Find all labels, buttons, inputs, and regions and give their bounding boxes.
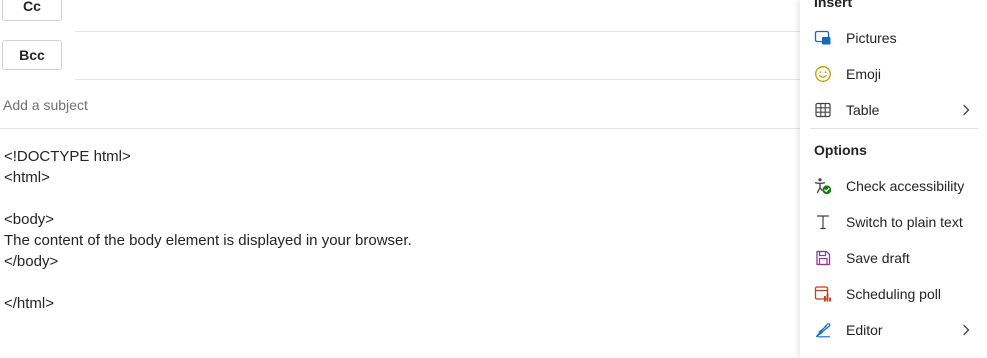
body-line: The content of the body element is displ… bbox=[4, 232, 412, 249]
options-section-title: Options bbox=[814, 142, 867, 158]
menu-item-label: Check accessibility bbox=[846, 178, 965, 194]
subject-input[interactable] bbox=[0, 93, 783, 117]
menu-item-label: Editor bbox=[846, 322, 883, 338]
menu-item-emoji[interactable]: Emoji bbox=[808, 57, 980, 91]
menu-item-label: Scheduling poll bbox=[846, 286, 941, 302]
menu-item-table[interactable]: Table bbox=[808, 93, 980, 127]
body-line bbox=[4, 188, 784, 209]
body-line: </body> bbox=[4, 253, 59, 270]
menu-item-switch-to-plain-text[interactable]: Switch to plain text bbox=[808, 205, 980, 239]
body-line: </html> bbox=[4, 295, 55, 312]
bcc-button[interactable]: Bcc bbox=[2, 40, 62, 70]
cc-button[interactable]: Cc bbox=[2, 0, 62, 21]
scheduling-poll-icon bbox=[814, 285, 832, 303]
subject-divider bbox=[0, 128, 800, 129]
table-icon bbox=[814, 101, 832, 119]
menu-item-label: Emoji bbox=[846, 66, 882, 82]
menu-item-pictures[interactable]: Pictures bbox=[808, 21, 980, 55]
menu-item-check-accessibility[interactable]: Check accessibility bbox=[808, 169, 980, 203]
message-body-editor[interactable]: <!DOCTYPE html> <html> <body> The conten… bbox=[4, 146, 784, 314]
save-icon bbox=[814, 249, 832, 267]
menu-item-editor[interactable]: Editor bbox=[808, 313, 980, 347]
chevron-right-icon bbox=[960, 323, 972, 337]
menu-item-label: Save draft bbox=[846, 250, 910, 266]
chevron-right-icon bbox=[960, 103, 972, 117]
menu-item-label: Table bbox=[846, 102, 880, 118]
pictures-icon bbox=[814, 29, 832, 47]
cc-field-divider bbox=[75, 31, 800, 32]
menu-item-scheduling-poll[interactable]: Scheduling poll bbox=[808, 277, 980, 311]
plain-text-icon bbox=[814, 213, 832, 231]
insert-section-title: Insert bbox=[814, 0, 853, 10]
editor-icon bbox=[814, 321, 832, 339]
menu-item-label: Switch to plain text bbox=[846, 214, 963, 230]
emoji-icon bbox=[814, 65, 832, 83]
body-line bbox=[4, 272, 784, 293]
insert-options-menu: Insert Pictures Emoji Table Options Chec… bbox=[800, 0, 987, 358]
body-line: <!DOCTYPE html> bbox=[4, 148, 131, 165]
compose-area: Cc Bcc <!DOCTYPE html> <html> <body> The… bbox=[0, 0, 800, 358]
body-line: <html> bbox=[4, 169, 50, 186]
compose-window: Cc Bcc <!DOCTYPE html> <html> <body> The… bbox=[0, 0, 987, 358]
menu-section-divider bbox=[810, 128, 978, 129]
menu-item-save-draft[interactable]: Save draft bbox=[808, 241, 980, 275]
menu-item-label: Pictures bbox=[846, 30, 897, 46]
bcc-field-divider bbox=[75, 79, 800, 80]
accessibility-icon bbox=[814, 177, 832, 195]
body-line: <body> bbox=[4, 211, 55, 228]
